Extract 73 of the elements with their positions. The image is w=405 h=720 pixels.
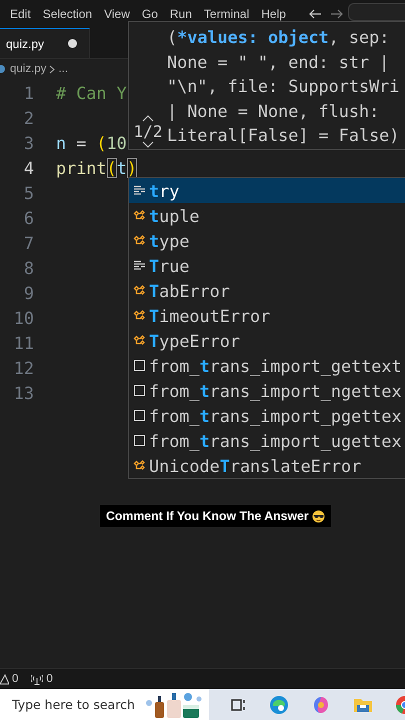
line-number: 3 <box>22 132 34 152</box>
breadcrumb-item[interactable]: quiz.py <box>10 63 46 75</box>
signature-line: None = " ", end: str | <box>167 50 390 74</box>
suggestion-item[interactable]: TabError <box>129 278 405 303</box>
keyword-icon <box>132 185 146 196</box>
code-line: n = (10 <box>56 132 127 152</box>
signature-line: | None = None, flush: <box>167 100 380 123</box>
suggestion-item[interactable]: UnicodeTranslateError <box>129 453 405 478</box>
unsaved-dot-icon <box>68 39 78 48</box>
sunglasses-emoji-icon <box>312 510 325 522</box>
warning-count[interactable]: 0 <box>12 673 18 685</box>
broadcast-icon[interactable] <box>31 674 44 684</box>
menu-item[interactable]: Terminal <box>198 7 256 21</box>
line-number: 1 <box>22 82 34 102</box>
command-search-field[interactable] <box>348 3 405 21</box>
menu-item[interactable]: Help <box>255 7 292 21</box>
square-icon <box>132 409 146 422</box>
class-icon <box>132 310 146 322</box>
suggestion-item[interactable]: from_t rans_import_ngettex <box>129 378 405 403</box>
keyword-icon <box>132 260 146 271</box>
menu-item[interactable]: View <box>98 7 136 21</box>
menu-item[interactable]: Selection <box>36 7 98 21</box>
signature-line: "\n", file: SupportsWri <box>167 75 400 98</box>
square-icon <box>132 359 146 372</box>
suggestion-item[interactable]: from_t rans_import_ugettex <box>129 428 405 453</box>
chevron-up-icon[interactable] <box>142 115 154 122</box>
menu-item[interactable]: Run <box>164 7 198 21</box>
suggestion-item[interactable]: type <box>129 228 405 253</box>
editor-tab[interactable]: quiz.py <box>0 28 90 58</box>
line-number: 7 <box>22 232 34 252</box>
code-line: # Can Y <box>56 82 127 102</box>
breadcrumb-item[interactable]: ... <box>58 63 68 75</box>
chevron-icon <box>49 64 56 74</box>
line-number: 13 <box>12 382 34 402</box>
suggestion-item[interactable]: from_t rans_import_pgettex <box>129 403 405 428</box>
line-number: 10 <box>12 308 34 328</box>
line-number: 4 <box>22 158 34 178</box>
line-number: 5 <box>22 182 34 202</box>
taskbar-search-field[interactable]: Type here to search <box>0 689 209 720</box>
menu-item[interactable]: Go <box>136 7 164 21</box>
suggestion-item[interactable]: from_t rans_import_gettext <box>129 353 405 378</box>
line-number: 11 <box>12 332 34 352</box>
code-line: print(t) <box>56 158 137 178</box>
line-number: 2 <box>22 108 34 128</box>
signature-line: Literal[False] = False) <box>167 124 400 148</box>
task-view-icon[interactable] <box>230 698 247 712</box>
class-icon <box>132 234 146 246</box>
class-icon <box>132 460 146 472</box>
suggestion-item[interactable]: TimeoutError <box>129 303 405 328</box>
line-number: 6 <box>22 208 34 228</box>
video-caption: Comment If You Know The Answer <box>106 509 309 523</box>
line-number: 8 <box>22 258 34 278</box>
line-number: 12 <box>12 358 34 378</box>
warning-icon[interactable] <box>0 674 9 684</box>
suggestion-item[interactable]: TypeError <box>129 328 405 353</box>
suggestion-item[interactable]: t ry <box>129 178 405 203</box>
class-icon <box>132 334 146 346</box>
browser-icon[interactable] <box>394 694 405 714</box>
menu-item[interactable]: Edit <box>4 7 37 21</box>
class-icon <box>132 210 146 222</box>
line-number: 9 <box>22 282 34 302</box>
browser-icon[interactable] <box>268 694 289 714</box>
square-icon <box>132 434 146 447</box>
python-file-icon <box>0 64 7 74</box>
square-icon <box>132 384 146 397</box>
suggestion-item[interactable]: tuple <box>129 203 405 228</box>
suggestion-item[interactable]: T rue <box>129 253 405 278</box>
class-icon <box>132 284 146 296</box>
folder-icon[interactable] <box>352 696 373 712</box>
port-count[interactable]: 0 <box>46 673 53 685</box>
overload-counter: 1/2 <box>134 123 162 140</box>
signature-line: (*values: object, sep: <box>167 26 390 50</box>
chevron-down-icon[interactable] <box>142 141 154 148</box>
